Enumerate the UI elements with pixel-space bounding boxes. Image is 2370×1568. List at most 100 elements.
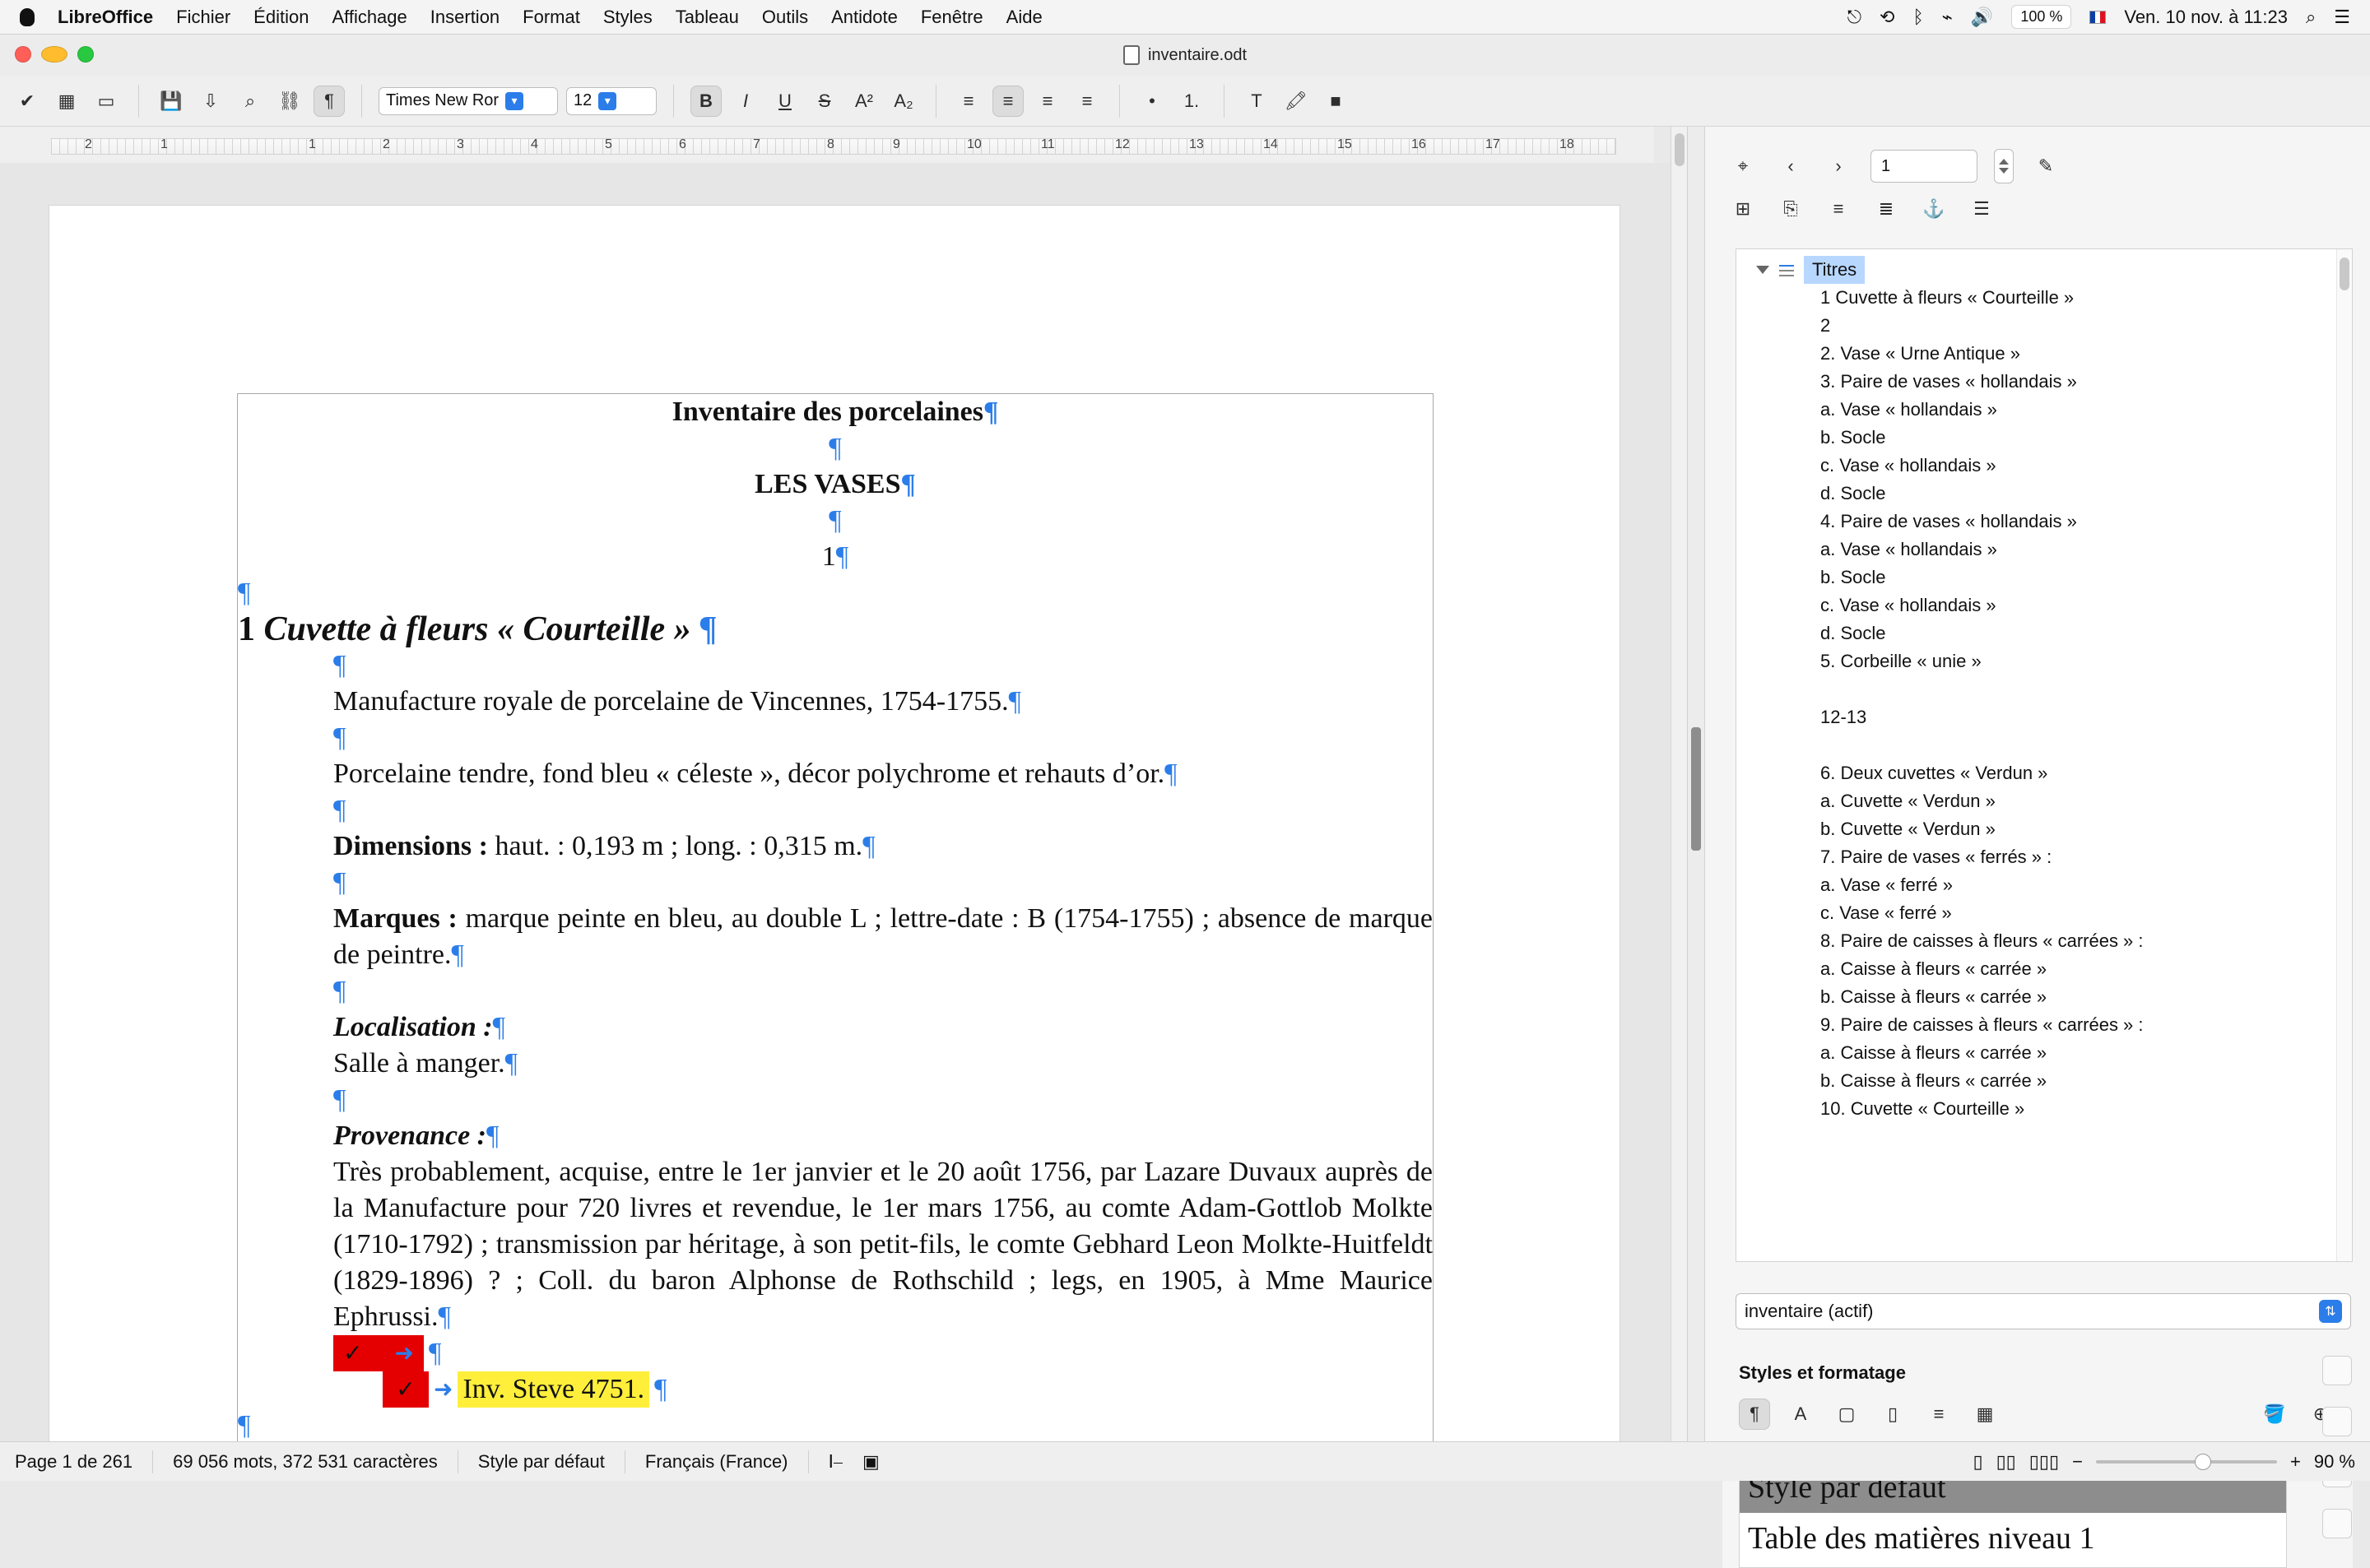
navigator-item[interactable]: 1 Cuvette à fleurs « Courteille » xyxy=(1751,284,2330,312)
section-title[interactable]: LES VASES¶ xyxy=(238,466,1433,503)
align-right-icon[interactable]: ≡ xyxy=(1032,86,1063,117)
page-deck-icon[interactable] xyxy=(2322,1407,2352,1436)
menu-format[interactable]: Format xyxy=(523,7,580,28)
page-number-input[interactable]: 1 xyxy=(1870,150,1977,183)
document-selector[interactable]: inventaire (actif) ⇅ xyxy=(1736,1293,2351,1329)
document-title[interactable]: Inventaire des porcelaines¶ xyxy=(238,394,1433,430)
content-view-icon[interactable]: ⊞ xyxy=(1727,193,1759,225)
document-text[interactable]: Inventaire des porcelaines¶ ¶ LES VASES¶… xyxy=(238,394,1433,1444)
numbered-list-icon[interactable]: 1. xyxy=(1176,86,1207,117)
close-window-icon[interactable] xyxy=(15,46,31,63)
inventory-row[interactable]: ✓ ➜ Inv. Steve 4751. ¶ xyxy=(238,1371,1433,1408)
paragraph[interactable]: Porcelaine tendre, fond bleu « céleste »… xyxy=(238,756,1433,792)
paragraph-text[interactable]: Porcelaine tendre, fond bleu « céleste »… xyxy=(333,758,1164,789)
navigator-item[interactable]: b. Cuvette « Verdun » xyxy=(1751,815,2330,843)
navigator-item[interactable]: 2 xyxy=(1751,312,2330,340)
fill-format-icon[interactable]: 🪣 xyxy=(2259,1399,2290,1430)
style-row[interactable]: Table des matières niveau 1 xyxy=(1740,1513,2286,1564)
menu-outils[interactable]: Outils xyxy=(762,7,808,28)
bulleted-list-icon[interactable]: • xyxy=(1136,86,1168,117)
navigator-item[interactable]: c. Vase « hollandais » xyxy=(1751,591,2330,619)
menu-insertion[interactable]: Insertion xyxy=(430,7,500,28)
marks-paragraph[interactable]: Marques : marque peinte en bleu, au doub… xyxy=(238,901,1433,973)
navigator-root[interactable]: Titres xyxy=(1751,256,2330,284)
localisation-label[interactable]: Localisation : xyxy=(333,1012,493,1042)
insert-mode-icon[interactable]: Ⅰ⎯ xyxy=(829,1451,843,1473)
section-title-text[interactable]: LES VASES xyxy=(755,469,900,499)
heading-level-icon[interactable]: ≡ xyxy=(1823,193,1854,225)
status-words[interactable]: 69 056 mots, 372 531 caractères xyxy=(173,1451,438,1473)
superscript-icon[interactable]: A² xyxy=(848,86,880,117)
chevron-down-icon[interactable]: ▾ xyxy=(598,91,617,110)
localisation-value[interactable]: Salle à manger. xyxy=(333,1048,505,1079)
menu-aide[interactable]: Aide xyxy=(1006,7,1043,28)
navigator-item[interactable] xyxy=(1751,731,2330,759)
empty-paragraph[interactable]: ¶ xyxy=(238,973,1433,1009)
align-center-icon[interactable]: ≡ xyxy=(992,85,1024,117)
navigator-toggle-icon[interactable]: ⌖ xyxy=(1727,151,1759,182)
menubar-datetime[interactable]: Ven. 10 nov. à 11:23 xyxy=(2124,7,2288,28)
chevron-down-icon[interactable] xyxy=(1999,168,2009,174)
frame-styles-icon[interactable]: ▢ xyxy=(1831,1399,1862,1430)
navigator-item[interactable]: b. Socle xyxy=(1751,424,2330,452)
strikethrough-icon[interactable]: S xyxy=(809,86,840,117)
input-source-flag-icon[interactable] xyxy=(2089,10,2107,24)
highlight-icon[interactable]: 🖍 xyxy=(1280,86,1312,117)
navigator-item[interactable]: a. Caisse à fleurs « carrée » xyxy=(1751,1039,2330,1067)
navigator-item[interactable]: 8. Paire de caisses à fleurs « carrées »… xyxy=(1751,927,2330,955)
navigator-item[interactable]: a. Cuvette « Verdun » xyxy=(1751,787,2330,815)
italic-icon[interactable]: I xyxy=(730,86,761,117)
menu-fenetre[interactable]: Fenêtre xyxy=(921,7,983,28)
menu-tableau[interactable]: Tableau xyxy=(676,7,739,28)
table-styles-icon[interactable]: ▦ xyxy=(1969,1399,2001,1430)
previous-icon[interactable]: ‹ xyxy=(1775,151,1806,182)
status-page[interactable]: Page 1 de 261 xyxy=(15,1451,132,1473)
document-modified-icon[interactable]: ▣ xyxy=(862,1451,880,1473)
navigator-item[interactable] xyxy=(1751,675,2330,703)
navigator-item[interactable]: 3. Paire de vases « hollandais » xyxy=(1751,368,2330,396)
chevron-down-icon[interactable]: ▾ xyxy=(505,91,524,110)
paragraph-text[interactable]: Manufacture royale de porcelaine de Vinc… xyxy=(333,686,1009,717)
navigator-item[interactable]: d. Socle xyxy=(1751,480,2330,508)
status-language[interactable]: Français (France) xyxy=(645,1451,788,1473)
empty-paragraph[interactable]: ¶ xyxy=(238,503,1433,539)
empty-paragraph[interactable]: ¶ xyxy=(238,575,1433,611)
font-color-icon[interactable]: T xyxy=(1241,86,1272,117)
navigator-item[interactable]: 5. Corbeille « unie » xyxy=(1751,647,2330,675)
check-icon[interactable]: ✔ xyxy=(12,86,43,117)
navigator-item[interactable]: a. Vase « hollandais » xyxy=(1751,396,2330,424)
background-color-icon[interactable]: ■ xyxy=(1320,86,1351,117)
formatting-marks-icon[interactable]: ¶ xyxy=(314,85,345,117)
heading-line[interactable]: 1 Cuvette à fleurs « Courteille » ¶ xyxy=(238,611,1433,647)
provenance-paragraph[interactable]: Très probablement, acquise, entre le 1er… xyxy=(238,1154,1433,1335)
single-page-view-icon[interactable]: ▯ xyxy=(1973,1451,1982,1473)
localisation-value-line[interactable]: Salle à manger.¶ xyxy=(238,1046,1433,1082)
navigator-item[interactable]: b. Caisse à fleurs « carrée » xyxy=(1751,983,2330,1011)
menu-antidote[interactable]: Antidote xyxy=(831,7,898,28)
volume-icon[interactable]: 🔊 xyxy=(1971,7,1993,28)
navigator-item[interactable]: d. Socle xyxy=(1751,619,2330,647)
document-title-text[interactable]: Inventaire des porcelaines xyxy=(672,397,983,427)
menu-fichier[interactable]: Fichier xyxy=(176,7,230,28)
empty-paragraph[interactable]: ¶ xyxy=(238,792,1433,828)
align-left-icon[interactable]: ≡ xyxy=(953,86,984,117)
folder-icon[interactable]: ▭ xyxy=(91,86,122,117)
localisation-label-line[interactable]: Localisation :¶ xyxy=(238,1009,1433,1046)
spotlight-search-icon[interactable]: ⌕ xyxy=(2306,7,2316,28)
navigator-item[interactable]: b. Socle xyxy=(1751,564,2330,591)
navigator-item[interactable]: a. Vase « hollandais » xyxy=(1751,536,2330,564)
chevron-up-icon[interactable] xyxy=(1999,159,2009,165)
zoom-slider-knob[interactable] xyxy=(2194,1453,2211,1470)
properties-deck-icon[interactable] xyxy=(2322,1356,2352,1385)
navigator-item[interactable]: c. Vase « hollandais » xyxy=(1751,452,2330,480)
navigator-item[interactable]: c. Vase « ferré » xyxy=(1751,899,2330,927)
export-icon[interactable]: ⇩ xyxy=(195,86,226,117)
navigator-item[interactable]: 6. Deux cuvettes « Verdun » xyxy=(1751,759,2330,787)
drag-mode-icon[interactable]: ✎ xyxy=(2030,151,2061,182)
anchor-icon[interactable]: ⚓ xyxy=(1918,193,1949,225)
marks-text[interactable]: marque peinte en bleu, au double L ; let… xyxy=(333,903,1433,970)
book-view-icon[interactable]: ▯▯▯ xyxy=(2029,1451,2059,1473)
empty-paragraph[interactable]: ¶ xyxy=(238,865,1433,901)
gallery-deck-icon[interactable] xyxy=(2322,1509,2352,1538)
notification-icon[interactable]: ⎋ xyxy=(1847,7,1861,28)
